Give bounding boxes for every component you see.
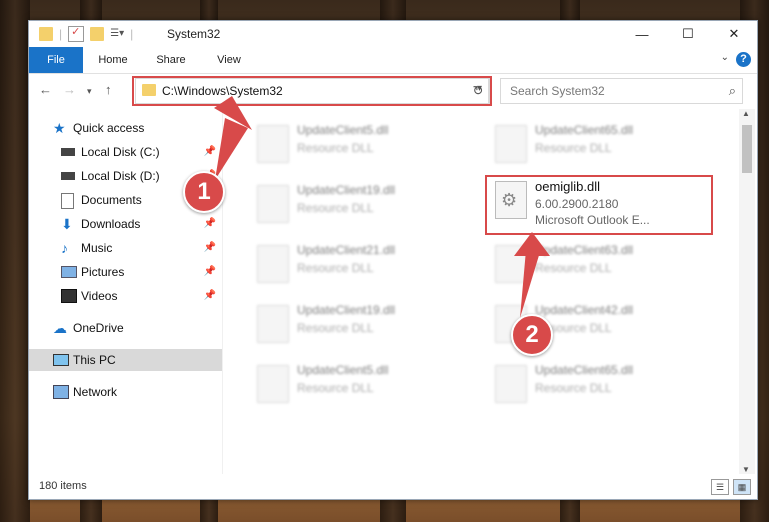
annotation-overlay bbox=[214, 96, 550, 318]
step-badge-2: 2 bbox=[511, 314, 553, 356]
arrow-2-head bbox=[514, 232, 550, 256]
step-badge-1: 1 bbox=[183, 171, 225, 213]
arrow-2 bbox=[520, 250, 540, 318]
arrow-1 bbox=[215, 118, 248, 180]
